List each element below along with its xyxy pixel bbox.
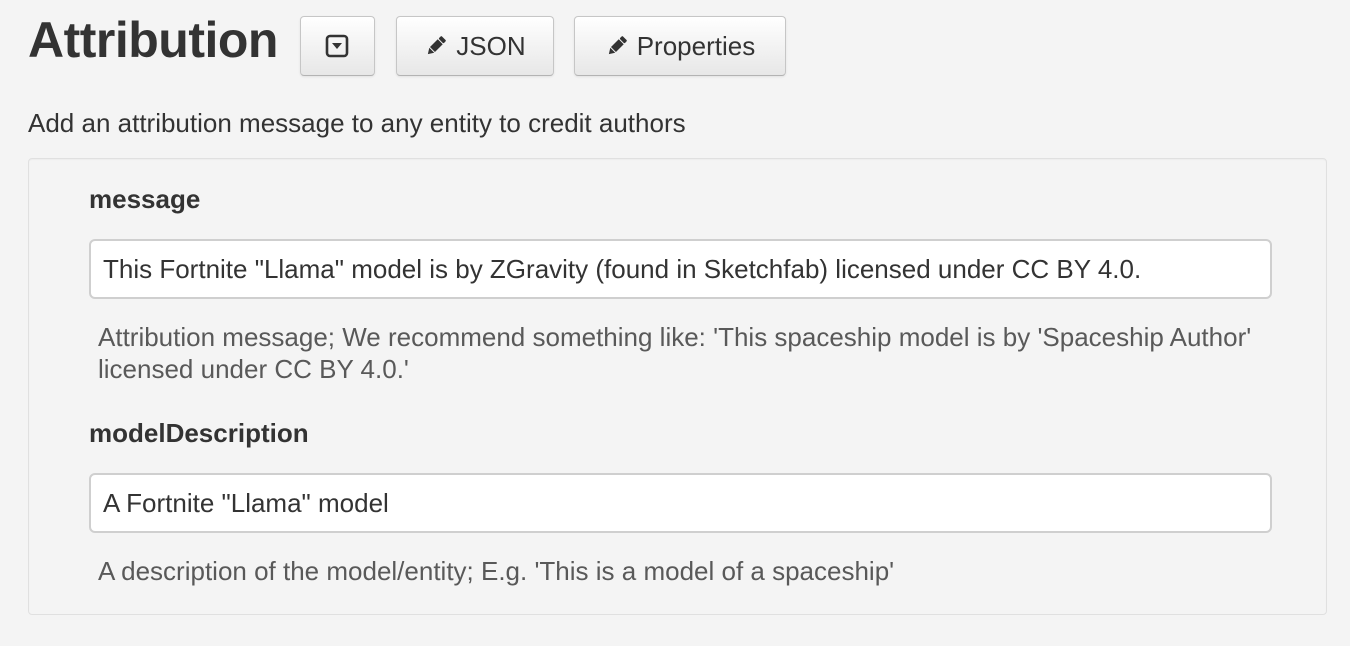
properties-button[interactable]: Properties bbox=[573, 16, 786, 76]
message-help-text: Attribution message; We recommend someth… bbox=[98, 322, 1252, 384]
message-field-group: message Attribution message; We recommen… bbox=[89, 184, 1272, 385]
component-description: Add an attribution message to any entity… bbox=[28, 108, 686, 138]
message-input[interactable] bbox=[89, 239, 1272, 299]
json-button-label: JSON bbox=[456, 30, 526, 61]
header: Attribution JSON Properties bbox=[28, 14, 786, 76]
model-description-input[interactable] bbox=[89, 473, 1272, 533]
pencil-icon bbox=[424, 34, 448, 58]
properties-button-label: Properties bbox=[636, 30, 756, 61]
model-description-field-group: modelDescription A description of the mo… bbox=[89, 418, 1272, 587]
model-description-help-text: A description of the model/entity; E.g. … bbox=[98, 556, 895, 586]
message-label: message bbox=[89, 184, 201, 214]
page-title: Attribution bbox=[28, 12, 278, 68]
model-description-label: modelDescription bbox=[89, 418, 309, 448]
collapse-button[interactable] bbox=[299, 16, 375, 76]
json-button[interactable]: JSON bbox=[395, 16, 554, 76]
attribution-editor: Attribution JSON Properties Add an attri… bbox=[0, 0, 1350, 646]
properties-panel: message Attribution message; We recommen… bbox=[28, 158, 1327, 615]
caret-square-down-icon bbox=[325, 34, 349, 58]
pencil-icon bbox=[605, 34, 629, 58]
